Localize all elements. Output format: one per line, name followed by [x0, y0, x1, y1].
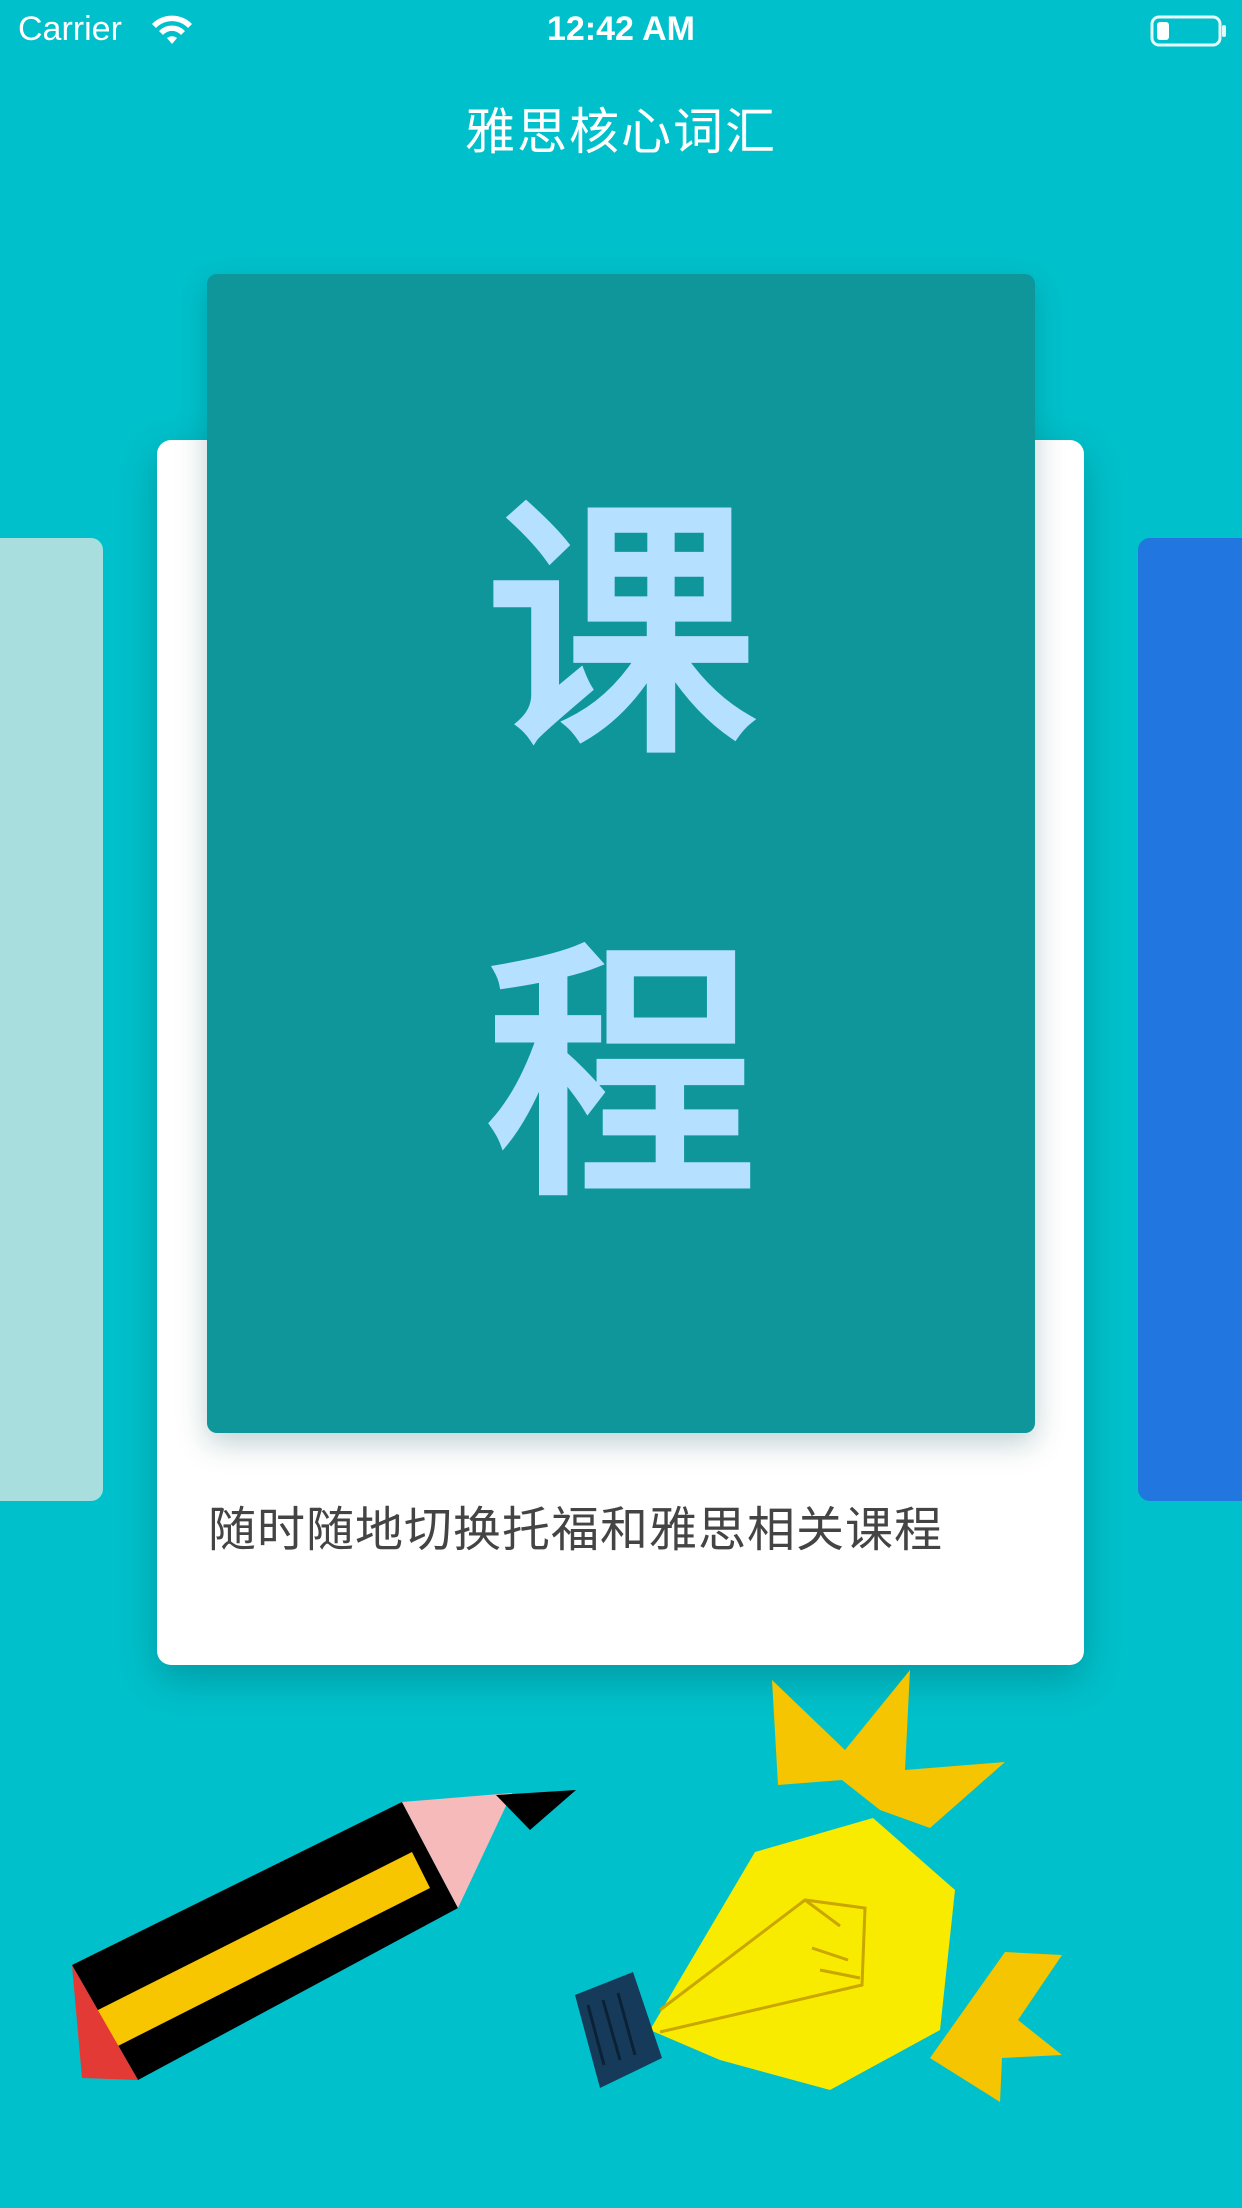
page-title: 雅思核心词汇: [465, 103, 777, 161]
status-bar: Carrier 12:42 AM: [0, 0, 1242, 62]
light-bulb-illustration: [575, 1670, 1062, 2102]
cover-glyph-bottom: 程: [486, 919, 756, 1234]
app-screen: Carrier 12:42 AM 雅思核心词汇 课 程 随时随地切换托福和雅思相…: [0, 0, 1242, 2208]
carousel-card-previous[interactable]: [0, 538, 103, 1501]
course-cover[interactable]: 课 程: [207, 274, 1035, 1433]
pencil-illustration: [72, 1790, 576, 2080]
status-time: 12:42 AM: [546, 10, 696, 48]
cover-glyph-top: 课: [486, 476, 756, 791]
carousel-card-next[interactable]: [1138, 538, 1242, 1501]
battery-low-icon: [1150, 15, 1226, 47]
decorative-illustration: [72, 1670, 1062, 2102]
card-caption: 随时随地切换托福和雅思相关课程: [208, 1502, 944, 1558]
